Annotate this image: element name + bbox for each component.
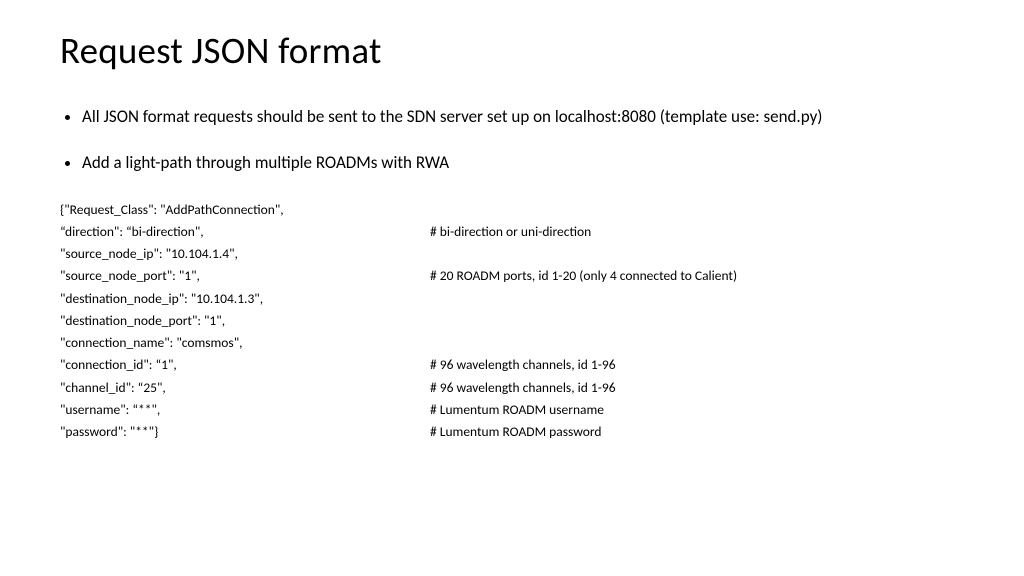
code-left: "connection_id": “1", [60, 354, 430, 376]
code-comment: # Lumentum ROADM password [430, 421, 601, 443]
code-line: {"Request_Class": "AddPathConnection", [60, 199, 964, 221]
code-line: "destination_node_port": "1", [60, 310, 964, 332]
code-left: “direction": “bi-direction", [60, 221, 430, 243]
slide: Request JSON format All JSON format requ… [0, 0, 1024, 474]
code-line: "username": “**", # Lumentum ROADM usern… [60, 399, 964, 421]
code-line: "connection_id": “1", # 96 wavelength ch… [60, 354, 964, 376]
code-left: "connection_name": "comsmos", [60, 332, 430, 354]
bullet-item: Add a light-path through multiple ROADMs… [82, 151, 964, 175]
page-title: Request JSON format [60, 28, 964, 73]
code-left: "destination_node_port": "1", [60, 310, 430, 332]
code-comment: # Lumentum ROADM username [430, 399, 604, 421]
code-left: "channel_id": “25", [60, 377, 430, 399]
code-line: "source_node_ip": "10.104.1.4", [60, 243, 964, 265]
code-line: "password": "**"} # Lumentum ROADM passw… [60, 421, 964, 443]
bullet-list: All JSON format requests should be sent … [60, 105, 964, 175]
code-left: "source_node_ip": "10.104.1.4", [60, 243, 430, 265]
code-comment: # bi-direction or uni-direction [430, 221, 591, 243]
code-left: {"Request_Class": "AddPathConnection", [60, 199, 430, 221]
code-left: "destination_node_ip": "10.104.1.3", [60, 288, 430, 310]
bullet-item: All JSON format requests should be sent … [82, 105, 964, 129]
code-left: "username": “**", [60, 399, 430, 421]
code-line: "destination_node_ip": "10.104.1.3", [60, 288, 964, 310]
code-line: "channel_id": “25", # 96 wavelength chan… [60, 377, 964, 399]
code-left: "password": "**"} [60, 421, 430, 443]
code-line: "source_node_port": "1", # 20 ROADM port… [60, 265, 964, 287]
code-comment: # 96 wavelength channels, id 1-96 [430, 377, 616, 399]
code-line: "connection_name": "comsmos", [60, 332, 964, 354]
code-line: “direction": “bi-direction", # bi-direct… [60, 221, 964, 243]
code-comment: # 96 wavelength channels, id 1-96 [430, 354, 616, 376]
code-left: "source_node_port": "1", [60, 265, 430, 287]
code-comment: # 20 ROADM ports, id 1-20 (only 4 connec… [430, 265, 737, 287]
json-example: {"Request_Class": "AddPathConnection", “… [60, 199, 964, 444]
